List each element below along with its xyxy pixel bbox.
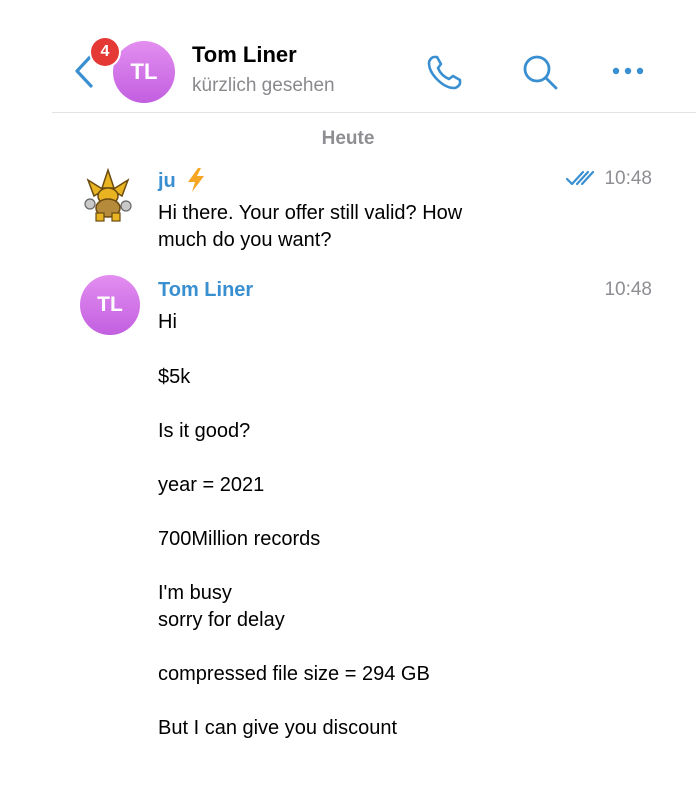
message-line: Hi <box>158 311 177 333</box>
message-line: I'm busy <box>158 582 232 604</box>
call-button[interactable] <box>425 52 465 92</box>
message-sender[interactable]: ju <box>158 170 176 193</box>
message-line: 700Million records <box>158 528 321 550</box>
alakazam-avatar-icon <box>79 167 137 225</box>
search-button[interactable] <box>520 52 560 92</box>
more-icon[interactable] <box>608 56 648 86</box>
message-line: Hi there. Your offer still valid? How <box>158 202 463 224</box>
double-check-icon <box>565 170 595 186</box>
message-line: $5k <box>158 366 191 388</box>
lightning-bolt-icon <box>188 168 204 192</box>
contact-status: kürzlich gesehen <box>192 75 335 96</box>
message-line: sorry for delay <box>158 609 285 631</box>
search-icon[interactable] <box>520 52 560 92</box>
message-line: year = 2021 <box>158 474 265 496</box>
message-line: much do you want? <box>158 229 332 251</box>
chat-header: 4 TL Tom Liner kürzlich gesehen <box>0 0 696 112</box>
message-time: 10:48 <box>604 279 652 300</box>
unread-badge: 4 <box>91 38 119 66</box>
message-sender[interactable]: Tom Liner <box>158 279 253 302</box>
contact-avatar[interactable]: TL <box>113 41 175 103</box>
ju-avatar[interactable] <box>78 166 138 226</box>
contact-name[interactable]: Tom Liner <box>192 42 297 68</box>
tl-avatar[interactable]: TL <box>80 275 140 335</box>
more-button[interactable] <box>608 56 648 86</box>
message-line: compressed file size = 294 GB <box>158 663 430 685</box>
message-time: 10:48 <box>604 168 652 189</box>
message-line: Is it good? <box>158 420 251 442</box>
message-line: But I can give you discount <box>158 717 398 739</box>
phone-icon[interactable] <box>425 52 465 92</box>
header-divider <box>52 112 696 113</box>
date-separator: Heute <box>321 128 375 149</box>
